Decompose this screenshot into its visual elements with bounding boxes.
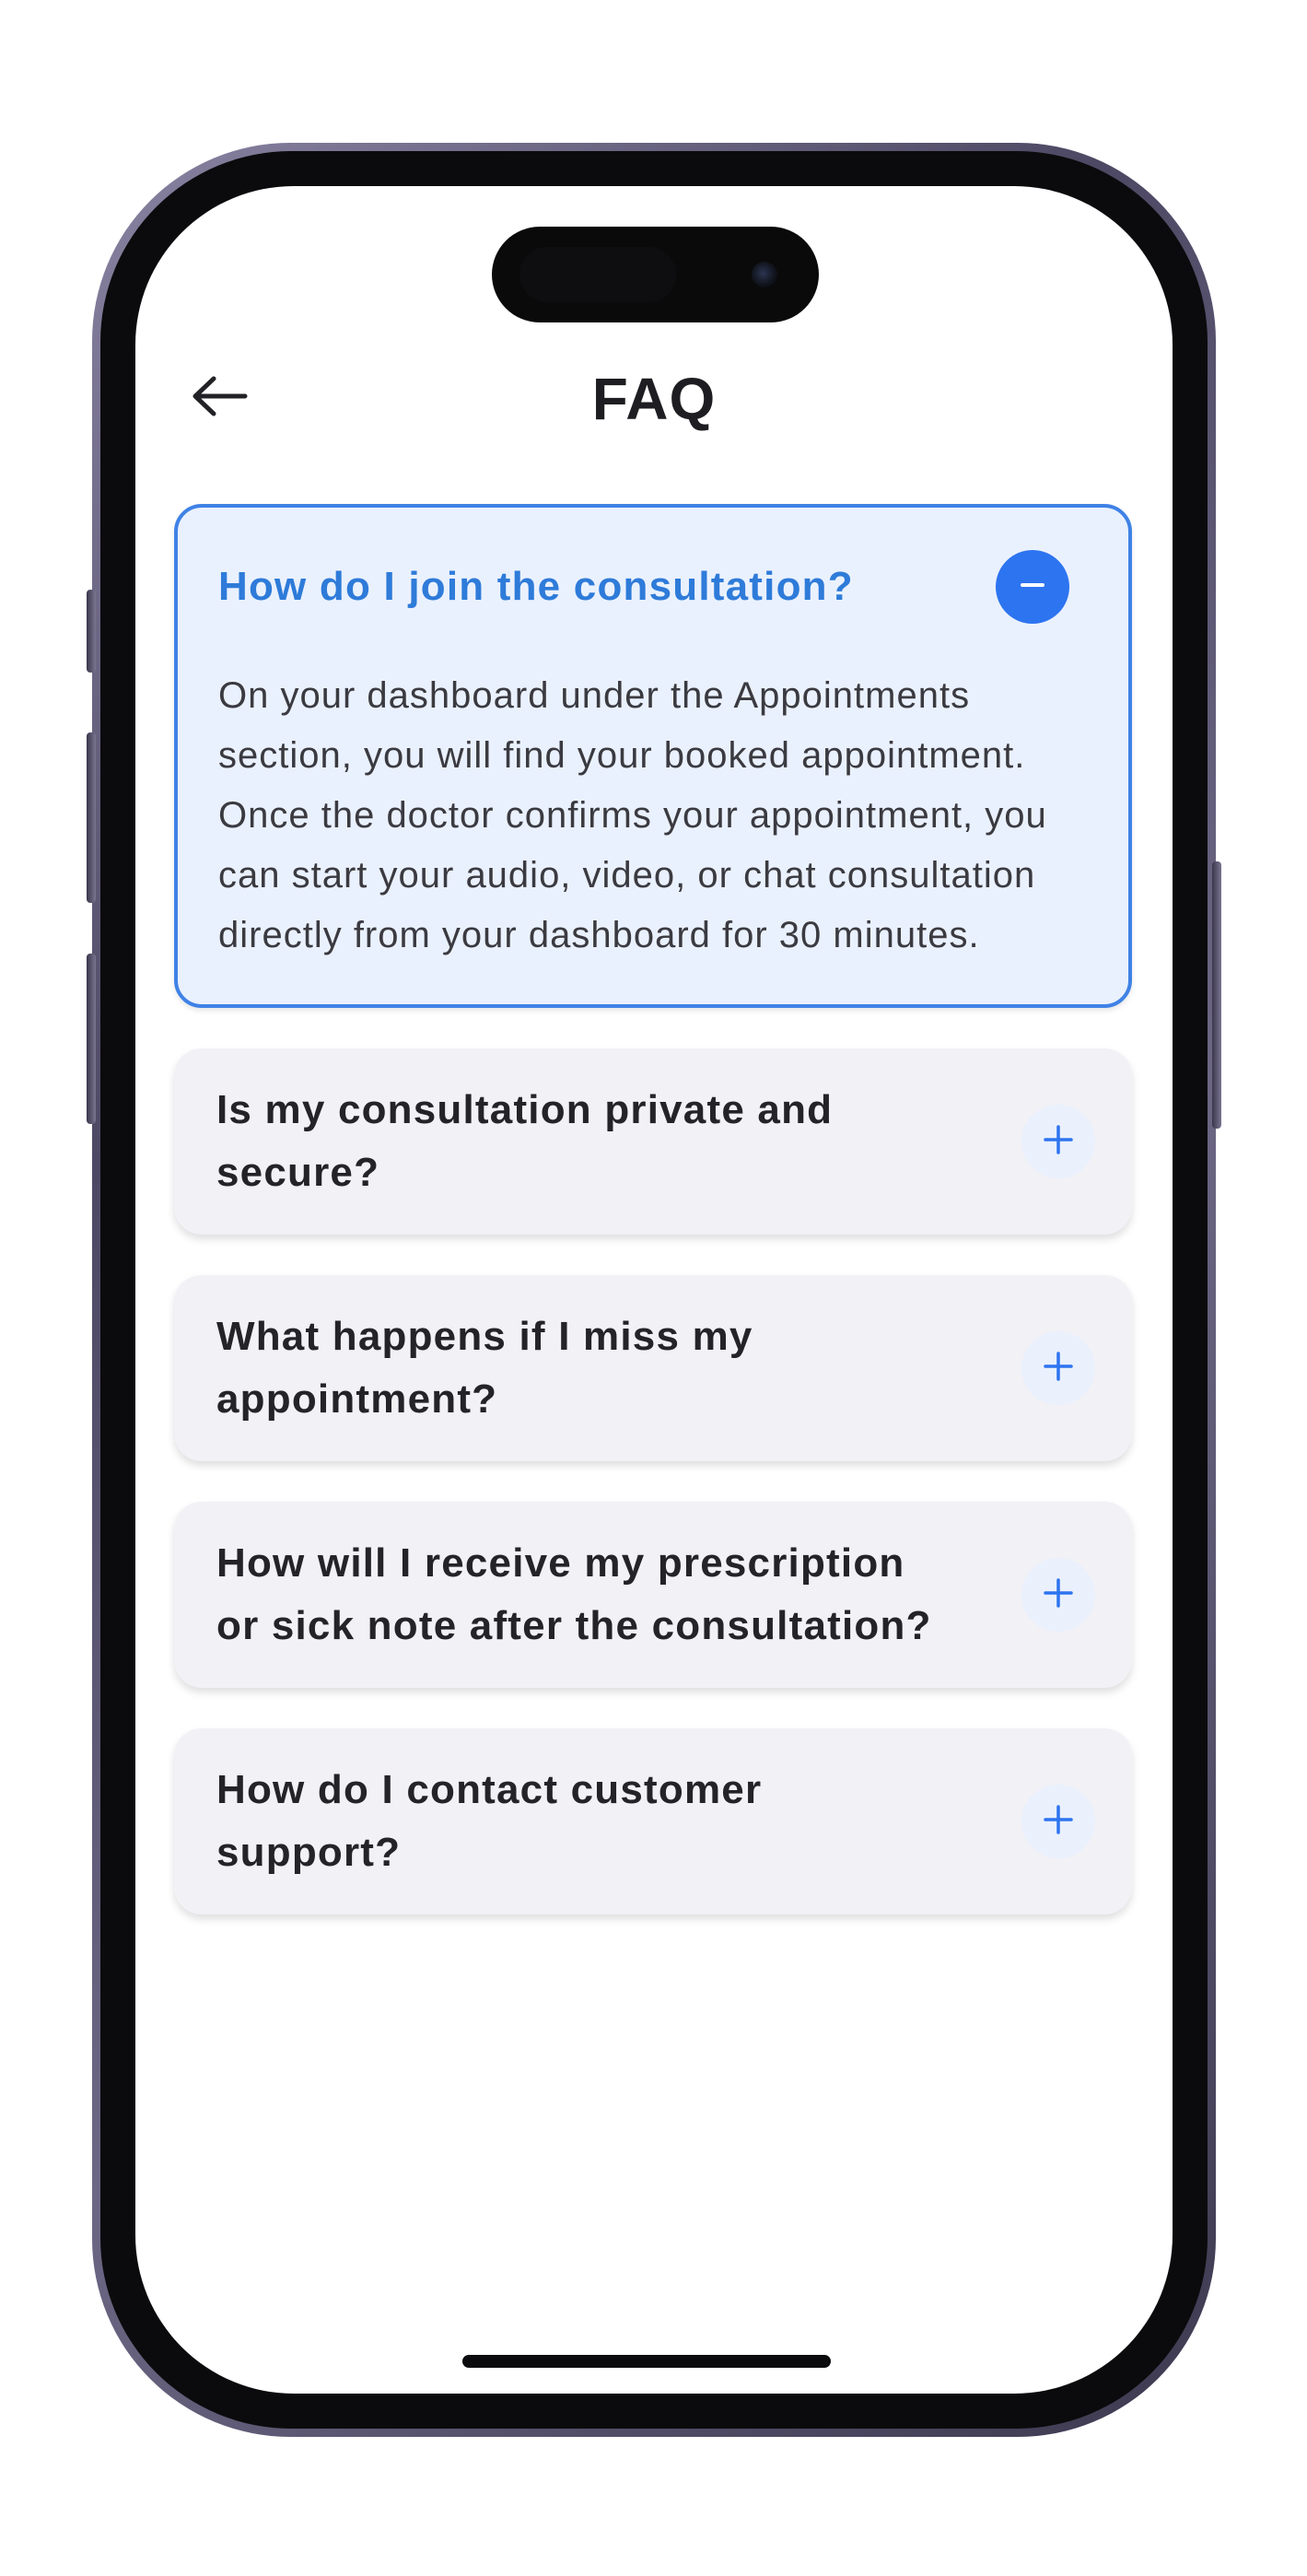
expand-button[interactable] [1021,1105,1095,1178]
faq-question: Is my consultation private and secure? [216,1087,834,1195]
phone-frame: FAQ How do I join the consultation? On y… [87,143,1221,2437]
faq-item-missed-appointment: What happens if I miss my appointment? [174,1275,1132,1461]
faq-question: How will I receive my prescription or si… [216,1540,932,1648]
collapse-button[interactable] [996,550,1069,624]
faq-item-join-consultation: How do I join the consultation? On your … [174,504,1132,1008]
faq-header[interactable]: How will I receive my prescription or si… [174,1502,1132,1688]
phone-bezel: FAQ How do I join the consultation? On y… [100,151,1208,2429]
faq-header[interactable]: How do I join the consultation? [178,508,1128,666]
faq-item-customer-support: How do I contact customer support? [174,1728,1132,1914]
expand-button[interactable] [1021,1331,1095,1405]
faq-answer: On your dashboard under the Appointments… [218,675,1047,955]
faq-header[interactable]: What happens if I miss my appointment? [174,1275,1132,1461]
faq-question: How do I contact customer support? [216,1767,763,1875]
app-screen: FAQ How do I join the consultation? On y… [135,186,1173,2394]
faq-header[interactable]: Is my consultation private and secure? [174,1048,1132,1235]
plus-icon [1042,1350,1075,1388]
volume-up-button [87,732,96,903]
power-button [1212,861,1221,1129]
plus-icon [1042,1803,1075,1841]
faq-question: How do I join the consultation? [218,564,854,609]
plus-icon [1042,1576,1075,1614]
expand-button[interactable] [1021,1785,1095,1858]
expand-button[interactable] [1021,1558,1095,1632]
volume-down-button [87,954,96,1124]
faq-item-prescription: How will I receive my prescription or si… [174,1502,1132,1688]
dynamic-island [492,227,819,322]
faq-question: What happens if I miss my appointment? [216,1314,753,1422]
action-button [87,590,96,673]
header: FAQ [135,343,1173,453]
home-indicator[interactable] [462,2355,831,2368]
faq-header[interactable]: How do I contact customer support? [174,1728,1132,1914]
sensor-area [519,247,676,302]
faq-list: How do I join the consultation? On your … [174,504,1132,1955]
minus-icon [1017,569,1048,605]
page-title: FAQ [591,366,717,432]
camera-lens-icon [752,262,777,287]
faq-item-privacy: Is my consultation private and secure? [174,1048,1132,1235]
plus-icon [1042,1123,1075,1161]
